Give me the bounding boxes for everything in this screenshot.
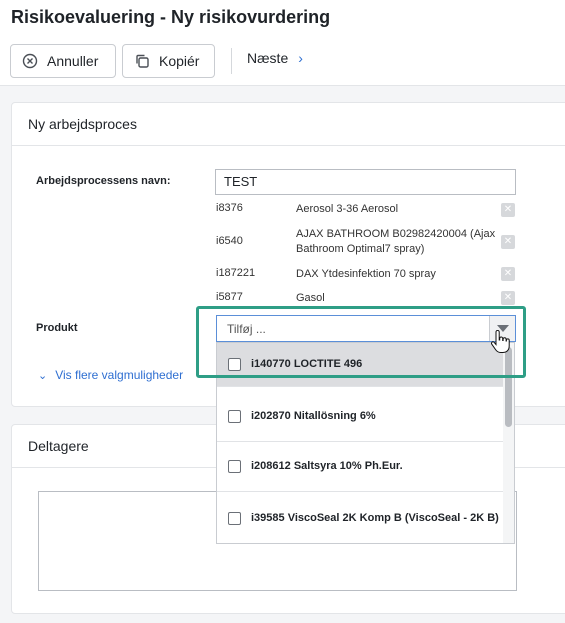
product-label: Produkt — [36, 322, 78, 334]
process-name-label: Arbejdsprocessens navn: — [36, 175, 171, 187]
more-options-label: Vis flere valgmuligheder — [55, 368, 184, 382]
cancel-button[interactable]: Annuller — [10, 44, 116, 78]
card-divider — [12, 145, 565, 146]
top-bar: Risikoevaluering - Ny risikovurdering An… — [0, 0, 565, 86]
cancel-button-label: Annuller — [47, 53, 99, 69]
chevron-down-icon: ⌄ — [38, 369, 48, 382]
product-id: i8376 — [216, 202, 243, 214]
product-id: i187221 — [216, 267, 256, 279]
process-name-input[interactable]: TEST — [215, 169, 516, 195]
next-button-label: Næste — [247, 50, 289, 66]
checkbox[interactable] — [228, 409, 241, 423]
hand-cursor-icon — [490, 329, 510, 354]
remove-product-icon[interactable]: ✕ — [501, 267, 515, 281]
copy-button-label: Kopiér — [159, 53, 200, 69]
product-name: DAX Ytdesinfektion 70 spray — [296, 268, 436, 280]
highlight-frame — [196, 306, 526, 378]
product-id: i5877 — [216, 291, 243, 303]
option-label: i208612 Saltsyra 10% Ph.Eur. — [251, 460, 403, 472]
more-options-link[interactable]: ⌄ Vis flere valgmuligheder — [38, 368, 183, 382]
dropdown-option[interactable]: i208612 Saltsyra 10% Ph.Eur. — [217, 442, 504, 492]
dropdown-option[interactable]: i39585 ViscoSeal 2K Komp B (ViscoSeal - … — [217, 492, 504, 543]
remove-product-icon[interactable]: ✕ — [501, 203, 515, 217]
card-title-work-process: Ny arbejdsproces — [28, 116, 137, 132]
product-name: AJAX BATHROOM B02982420004 (Ajax Bathroo… — [296, 228, 496, 255]
product-name: Aerosol 3-36 Aerosol — [296, 203, 399, 215]
product-name: Gasol — [296, 292, 325, 304]
dropdown-option[interactable]: i202870 Nitallösning 6% — [217, 391, 504, 442]
toolbar-divider — [231, 48, 232, 74]
page-title: Risikoevaluering - Ny risikovurdering — [11, 7, 331, 27]
close-circle-icon — [21, 52, 39, 70]
product-id: i6540 — [216, 235, 243, 247]
option-label: i202870 Nitallösning 6% — [251, 409, 376, 422]
option-label: i39585 ViscoSeal 2K Komp B (ViscoSeal - … — [251, 512, 499, 524]
remove-product-icon[interactable]: ✕ — [501, 235, 515, 249]
checkbox[interactable] — [228, 460, 241, 473]
checkbox[interactable] — [228, 512, 241, 525]
copy-icon — [133, 52, 151, 70]
next-button[interactable]: Næste › — [247, 50, 303, 66]
remove-product-icon[interactable]: ✕ — [501, 291, 515, 305]
chevron-right-icon: › — [298, 50, 303, 66]
copy-button[interactable]: Kopiér — [122, 44, 215, 78]
card-title-participants: Deltagere — [28, 438, 89, 454]
